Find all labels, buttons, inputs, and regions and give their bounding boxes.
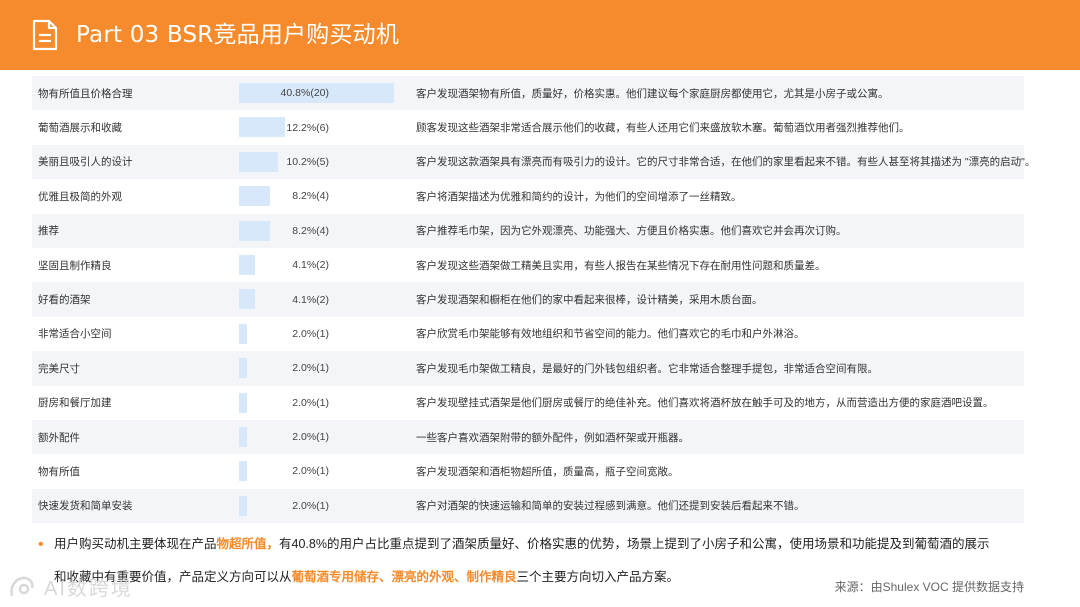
percent-label: 2.0%(1) (292, 431, 329, 444)
description-text: 客户推荐毛巾架，因为它外观漂亮、功能强大、方便且价格实惠。他们喜欢它并会再次订购… (416, 225, 847, 238)
table-row: 物有所值且价格合理 40.8%(20) 客户发现酒架物有所值，质量好，价格实惠。他们… (32, 76, 1024, 111)
table-row: 额外配件 2.0%(1) 一些客户喜欢酒架附带的额外配件，例如酒杯架或开瓶器。 (32, 419, 1024, 455)
table-row: 物有所值 2.0%(1) 客户发现酒架和酒柜物超所值，质量高，瓶子空间宽敞。 (32, 454, 1024, 489)
summary-line-1: 用户购买动机主要体现在产品物超所值，有40.8%的用户占比重点提到了酒架质量好、… (54, 528, 989, 561)
description-text: 一些客户喜欢酒架附带的额外配件，例如酒杯架或开瓶器。 (416, 431, 689, 444)
description-text: 客户发现壁挂式酒架是他们厨房或餐厅的绝佳补充。他们喜欢将酒杯放在触手可及的地方，… (416, 397, 994, 410)
feature-label: 完美尺寸 (38, 362, 80, 375)
summary-highlight: 葡萄酒专用储存、漂亮的外观、制作精良 (291, 570, 517, 584)
bullet-marker: • (38, 536, 44, 553)
feature-label: 厨房和餐厅加建 (38, 397, 112, 410)
summary-text: 有40.8%的用户占比重点提到了酒架质量好、价格实惠的优势，场景上提到了小房子和… (279, 537, 990, 551)
percent-label: 8.2%(4) (292, 190, 329, 203)
description-text: 客户发现酒架和橱柜在他们的家中看起来很棒，设计精美，采用木质台面。 (416, 294, 763, 307)
table-row: 坚固且制作精良 4.1%(2) 客户发现这些酒架做工精美且实用，有些人报告在某些情况… (32, 247, 1024, 283)
description-text: 客户将酒架描述为优雅和简约的设计，为他们的空间增添了一丝精致。 (416, 190, 742, 203)
summary-highlight: 物超所值， (216, 537, 280, 551)
percent-label: 2.0%(1) (292, 396, 329, 409)
feature-label: 物有所值 (38, 465, 80, 478)
percent-label: 2.0%(1) (292, 327, 329, 340)
feature-label: 物有所值且价格合理 (38, 87, 133, 100)
table-row: 厨房和餐厅加建 2.0%(1) 客户发现壁挂式酒架是他们厨房或餐厅的绝佳补充。他们喜… (32, 385, 1024, 420)
feature-label: 非常适合小空间 (38, 328, 112, 341)
feature-label: 快速发货和简单安装 (38, 500, 133, 513)
percent-label: 8.2%(4) (292, 224, 329, 237)
table-row: 非常适合小空间 2.0%(1) 客户欣赏毛巾架能够有效地组织和节省空间的能力。他们喜… (32, 316, 1024, 352)
watermark: AI数跨境 (8, 572, 133, 601)
percent-label: 12.2%(6) (286, 121, 329, 134)
summary-text: 用户购买动机主要体现在产品 (54, 537, 217, 551)
table-row: 优雅且极简的外观 8.2%(4) 客户将酒架描述为优雅和简约的设计，为他们的空间增添… (32, 179, 1024, 214)
motivation-table: 物有所值且价格合理 40.8%(20) 客户发现酒架物有所值，质量好，价格实惠。他们… (32, 76, 1035, 524)
summary-line-2: 和收藏中有重要价值，产品定义方向可以从葡萄酒专用储存、漂亮的外观、制作精良三个主… (54, 561, 679, 594)
description-text: 客户对酒架的快速运输和简单的安装过程感到满意。他们还提到安装后看起来不错。 (416, 500, 805, 513)
feature-label: 葡萄酒展示和收藏 (38, 122, 122, 135)
feature-label: 优雅且极简的外观 (38, 190, 122, 203)
feature-label: 坚固且制作精良 (38, 259, 112, 272)
summary-text: 三个主要方向切入产品方案。 (516, 570, 680, 584)
watermark-text: AI数跨境 (44, 578, 133, 600)
description-text: 客户发现酒架物有所值，质量好，价格实惠。他们建议每个家庭厨房都使用它，尤其是小房… (416, 87, 889, 100)
percent-label: 10.2%(5) (286, 155, 329, 168)
table-row: 好看的酒架 4.1%(2) 客户发现酒架和橱柜在他们的家中看起来很棒，设计精美，采用… (32, 282, 1024, 317)
feature-label: 推荐 (38, 225, 59, 238)
description-text: 客户欣赏毛巾架能够有效地组织和节省空间的能力。他们喜欢它的毛巾和户外淋浴。 (416, 328, 805, 341)
feature-label: 美丽且吸引人的设计 (38, 156, 133, 169)
percent-label: 2.0%(1) (292, 362, 329, 375)
percent-label: 4.1%(2) (292, 293, 329, 306)
description-text: 客户发现这款酒架具有漂亮而有吸引力的设计。它的尺寸非常合适，在他们的家里看起来不… (416, 156, 1036, 169)
header-bar: Part 03 BSR竞品用户购买动机 (0, 0, 1080, 70)
table-row: 美丽且吸引人的设计 10.2%(5) 客户发现这款酒架具有漂亮而有吸引力的设计。它的… (32, 144, 1035, 180)
watermark-logo-icon (10, 576, 34, 596)
document-icon (32, 19, 58, 51)
percent-label: 4.1%(2) (292, 259, 329, 272)
source-note: 来源：由Shulex VOC 提供数据支持 (834, 580, 1024, 594)
percent-label: 40.8%(20) (280, 87, 329, 100)
percent-label: 2.0%(1) (292, 499, 329, 512)
table-row: 推荐 8.2%(4) 客户推荐毛巾架，因为它外观漂亮、功能强大、方便且价格实惠。他们… (32, 213, 1024, 248)
percent-label: 2.0%(1) (292, 465, 329, 478)
description-text: 客户发现酒架和酒柜物超所值，质量高，瓶子空间宽敞。 (416, 465, 679, 478)
page-title: Part 03 BSR竞品用户购买动机 (76, 22, 400, 48)
feature-label: 额外配件 (38, 431, 80, 444)
description-text: 客户发现这些酒架做工精美且实用，有些人报告在某些情况下存在耐用性问题和质量差。 (416, 259, 826, 272)
table-row: 完美尺寸 2.0%(1) 客户发现毛巾架做工精良，是最好的门外钱包组织者。它非常适合… (32, 351, 1024, 386)
table-row: 快速发货和简单安装 2.0%(1) 客户对酒架的快速运输和简单的安装过程感到满意。他… (32, 488, 1024, 524)
description-text: 顾客发现这些酒架非常适合展示他们的收藏，有些人还用它们来盛放软木塞。葡萄酒饮用者… (416, 122, 910, 135)
feature-label: 好看的酒架 (38, 294, 91, 307)
table-row: 葡萄酒展示和收藏 12.2%(6) 顾客发现这些酒架非常适合展示他们的收藏，有些人还… (32, 110, 1024, 145)
description-text: 客户发现毛巾架做工精良，是最好的门外钱包组织者。它非常适合整理手提包，非常适合空… (416, 362, 878, 375)
